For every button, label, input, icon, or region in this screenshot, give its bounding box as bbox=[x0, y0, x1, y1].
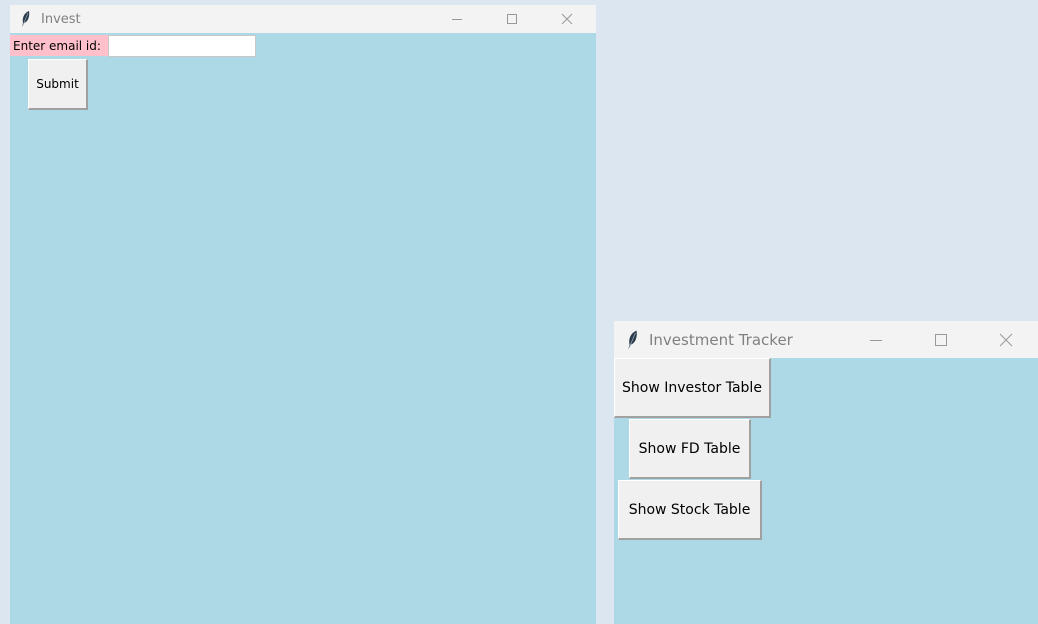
window-controls bbox=[843, 321, 1038, 358]
email-field[interactable] bbox=[108, 35, 256, 57]
minimize-icon[interactable] bbox=[843, 321, 908, 358]
tracker-titlebar[interactable]: Investment Tracker bbox=[614, 321, 1038, 358]
minimize-icon[interactable] bbox=[429, 5, 484, 33]
feather-icon bbox=[14, 5, 38, 33]
window-title: Investment Tracker bbox=[649, 330, 793, 349]
window-title: Invest bbox=[41, 11, 81, 27]
maximize-icon[interactable] bbox=[908, 321, 973, 358]
close-icon[interactable] bbox=[539, 5, 594, 33]
investment-tracker-window: Investment Tracker Show Investor Table S… bbox=[614, 321, 1038, 624]
submit-button[interactable]: Submit bbox=[28, 59, 88, 110]
feather-icon bbox=[620, 321, 646, 358]
show-fd-table-button[interactable]: Show FD Table bbox=[629, 419, 751, 479]
close-icon[interactable] bbox=[973, 321, 1038, 358]
show-stock-table-button[interactable]: Show Stock Table bbox=[618, 480, 762, 540]
invest-window: Invest Enter email id: Submit bbox=[10, 5, 596, 624]
window-controls bbox=[429, 5, 596, 33]
email-label: Enter email id: bbox=[10, 35, 108, 56]
invest-titlebar[interactable]: Invest bbox=[10, 5, 596, 33]
show-investor-table-button[interactable]: Show Investor Table bbox=[614, 358, 771, 418]
maximize-icon[interactable] bbox=[484, 5, 539, 33]
